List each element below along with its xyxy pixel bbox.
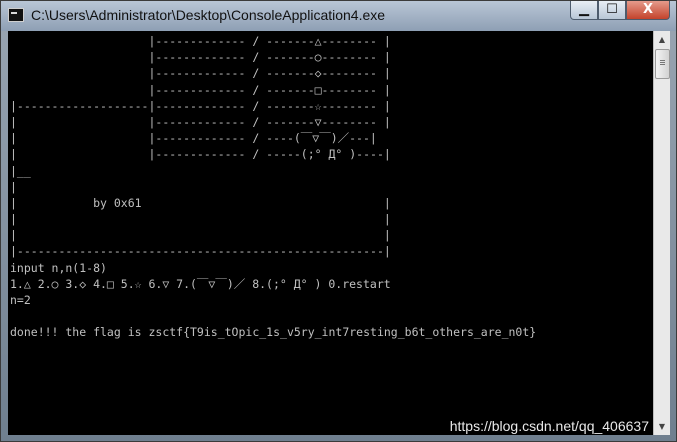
- console-line: |------------- / -------△-------- |: [10, 34, 391, 48]
- console-app-icon: [8, 8, 24, 22]
- close-button[interactable]: X: [626, 1, 670, 20]
- window-controls: ▁ ☐ X: [570, 1, 670, 21]
- console-line: | |: [10, 228, 391, 243]
- console-output[interactable]: |------------- / -------△-------- | |---…: [8, 31, 653, 435]
- console-line: done!!! the flag is zsctf{T9is_tOpic_1s_…: [10, 325, 537, 340]
- scroll-down-arrow-icon[interactable]: ▼: [654, 418, 670, 435]
- console-line: | by 0x61 |: [10, 195, 391, 210]
- console-text: |------------- / -------△-------- | |---…: [8, 31, 653, 341]
- window-title: C:\Users\Administrator\Desktop\ConsoleAp…: [31, 7, 386, 23]
- console-line: |__: [10, 163, 31, 178]
- scroll-thumb[interactable]: [655, 49, 670, 79]
- console-line: | |: [10, 212, 391, 227]
- scroll-up-arrow-icon[interactable]: ▲: [654, 31, 670, 48]
- vertical-scrollbar[interactable]: ▲ ▼: [653, 31, 670, 435]
- console-line: |------------- / -------○-------- |: [10, 50, 391, 65]
- minimize-button[interactable]: ▁: [570, 1, 598, 20]
- console-line: n=2: [10, 293, 31, 307]
- console-line: |-------------------|------------- / ---…: [10, 98, 391, 113]
- console-line: |: [10, 179, 17, 194]
- maximize-button[interactable]: ☐: [598, 1, 626, 20]
- console-line: | |------------- / ----(￣▽￣)／---|: [10, 131, 377, 146]
- console-line: | |------------- / -------▽-------- |: [10, 114, 391, 129]
- watermark-text: https://blog.csdn.net/qq_406637: [449, 418, 649, 434]
- console-line: |------------- / -------□-------- |: [10, 82, 391, 97]
- title-bar[interactable]: C:\Users\Administrator\Desktop\ConsoleAp…: [1, 1, 676, 31]
- console-line: | |------------- / -----(;° Д° )----|: [10, 147, 391, 162]
- console-line: |---------------------------------------…: [10, 244, 391, 259]
- console-line: 1.△ 2.○ 3.◇ 4.□ 5.☆ 6.▽ 7.(￣▽￣)／ 8.(;° Д…: [10, 276, 391, 291]
- console-window: C:\Users\Administrator\Desktop\ConsoleAp…: [0, 0, 677, 442]
- console-line: input n,n(1-8): [10, 260, 107, 275]
- console-line: |------------- / -------◇-------- |: [10, 66, 391, 81]
